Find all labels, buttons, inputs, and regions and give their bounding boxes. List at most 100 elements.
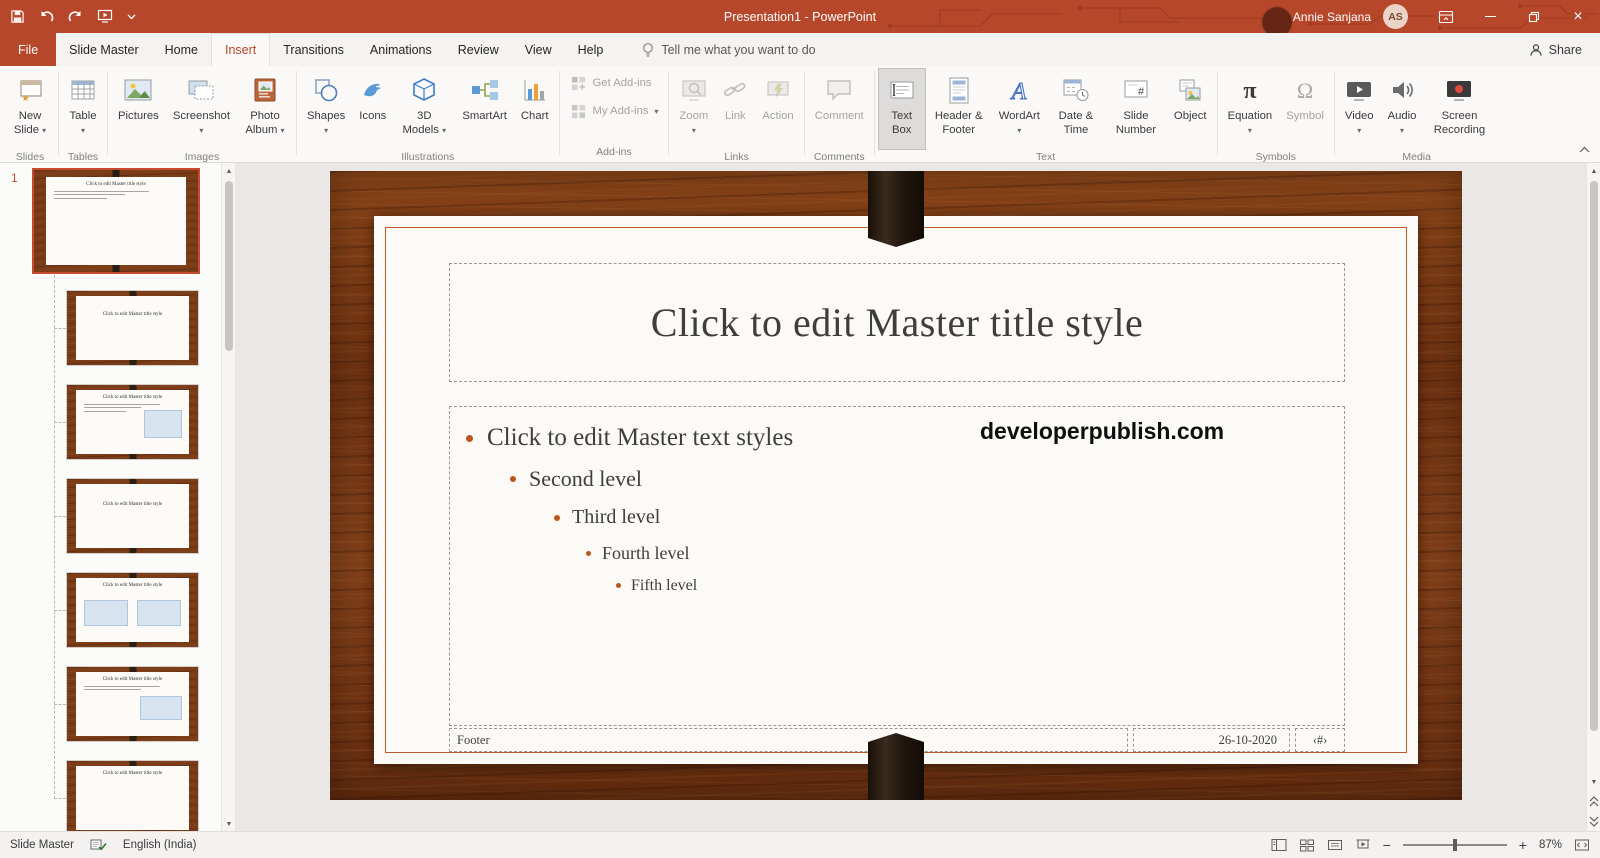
ribbon-tab-row: File Slide Master Home Insert Transition…: [0, 33, 1600, 67]
tab-slide-master[interactable]: Slide Master: [56, 33, 151, 66]
photo-album-button[interactable]: Photo Album ▾: [237, 68, 293, 150]
tab-home[interactable]: Home: [152, 33, 211, 66]
thumbnail-wood-frame: Click to edit Master title style: [67, 291, 198, 365]
screenshot-button[interactable]: Screenshot ▾: [166, 68, 237, 150]
scroll-down-arrow[interactable]: ▼: [1587, 774, 1600, 790]
master-slide-thumbnail[interactable]: Click to edit Master title style: [34, 170, 198, 272]
tab-animations[interactable]: Animations: [357, 33, 445, 66]
minimize-button[interactable]: [1468, 0, 1512, 33]
tab-transitions[interactable]: Transitions: [270, 33, 357, 66]
scrollbar-thumb[interactable]: [1590, 181, 1598, 731]
tab-insert[interactable]: Insert: [210, 33, 271, 66]
bullet-icon: [466, 434, 473, 442]
qat-customize-button[interactable]: [127, 14, 136, 20]
table-label: Table: [69, 110, 97, 122]
equation-button[interactable]: π Equation ▾: [1221, 68, 1280, 150]
scroll-up-arrow[interactable]: ▲: [222, 163, 236, 179]
normal-view-button[interactable]: [1271, 838, 1287, 852]
slide-master[interactable]: Click to edit Master title style Click t…: [374, 216, 1418, 764]
slideshow-view-button[interactable]: [1355, 838, 1371, 852]
layout-thumbnail-1[interactable]: Click to edit Master title style: [67, 291, 198, 365]
scroll-up-arrow[interactable]: ▲: [1587, 163, 1600, 179]
smartart-label: SmartArt: [462, 110, 507, 122]
undo-button[interactable]: [39, 10, 54, 24]
zoom-slider-thumb[interactable]: [1452, 839, 1457, 851]
previous-slide-button[interactable]: [1587, 792, 1600, 810]
thumbnail-panel-scrollbar[interactable]: ▲ ▼: [221, 163, 235, 832]
icons-button[interactable]: Icons: [352, 68, 393, 150]
slide-number-button[interactable]: # Slide Number: [1105, 68, 1167, 150]
thumbnail-paper: Click to edit Master title style: [76, 672, 189, 736]
body-placeholder[interactable]: Click to edit Master text styles Second …: [449, 406, 1345, 726]
get-addins-button[interactable]: Get Add-ins: [563, 72, 659, 94]
pictures-button[interactable]: Pictures: [111, 68, 166, 150]
canvas-scrollbar[interactable]: ▲ ▼: [1586, 163, 1600, 832]
next-slide-button[interactable]: [1587, 812, 1600, 830]
language-indicator[interactable]: English (India): [123, 839, 197, 851]
thumbnail-wood-frame: Click to edit Master title style: [67, 667, 198, 741]
layout-thumbnail-2[interactable]: Click to edit Master title style: [67, 385, 198, 459]
share-button[interactable]: Share: [1511, 33, 1600, 66]
tell-me-search[interactable]: Tell me what you want to do: [642, 33, 816, 66]
footer-placeholder[interactable]: Footer: [449, 728, 1128, 752]
tab-review[interactable]: Review: [445, 33, 512, 66]
3d-models-button[interactable]: 3D Models ▾: [393, 68, 455, 150]
zoom-percentage[interactable]: 87%: [1539, 839, 1562, 851]
shapes-button[interactable]: Shapes ▾: [300, 68, 352, 150]
video-button[interactable]: Video ▾: [1338, 68, 1381, 150]
close-button[interactable]: ×: [1556, 0, 1600, 33]
ribbon-group-media: Video ▾ Audio ▾ Screen Recording Media: [1335, 66, 1499, 163]
spell-check-icon[interactable]: [90, 838, 107, 852]
title-placeholder[interactable]: Click to edit Master title style: [449, 263, 1345, 382]
layout-connector-stub: [54, 328, 66, 329]
date-placeholder[interactable]: 26-10-2020: [1133, 728, 1290, 752]
scrollbar-thumb[interactable]: [225, 181, 233, 351]
slide-number-placeholder[interactable]: ‹#›: [1295, 728, 1345, 752]
audio-button[interactable]: Audio ▾: [1381, 68, 1424, 150]
screen-recording-button[interactable]: Screen Recording: [1423, 68, 1495, 150]
save-button[interactable]: [10, 9, 25, 24]
redo-button[interactable]: [68, 10, 83, 24]
object-button[interactable]: Object: [1167, 68, 1214, 150]
text-box-button[interactable]: Text Box: [877, 68, 926, 150]
restore-button[interactable]: [1512, 0, 1556, 33]
start-from-beginning-button[interactable]: [97, 9, 113, 24]
slide-sorter-view-button[interactable]: [1299, 838, 1315, 852]
link-button[interactable]: Link: [715, 68, 755, 150]
thumbnail-wood-frame: Click to edit Master title style: [67, 385, 198, 459]
header-footer-button[interactable]: Header & Footer: [926, 68, 992, 150]
my-addins-label: My Add-ins: [592, 105, 649, 117]
new-slide-button[interactable]: New Slide ▾: [5, 68, 55, 150]
avatar[interactable]: AS: [1383, 4, 1408, 29]
smartart-button[interactable]: SmartArt: [455, 68, 514, 150]
action-button[interactable]: Action: [755, 68, 800, 150]
layout-thumbnail-4[interactable]: Click to edit Master title style: [67, 573, 198, 647]
chart-button[interactable]: Chart: [514, 68, 556, 150]
zoom-slider[interactable]: [1402, 838, 1507, 852]
scroll-down-arrow[interactable]: ▼: [222, 816, 236, 832]
wordart-button[interactable]: A WordArt ▾: [992, 68, 1047, 150]
bullet-text: Third level: [572, 506, 661, 528]
symbol-button[interactable]: Ω Symbol: [1279, 68, 1331, 150]
zoom-label: Zoom: [679, 110, 709, 122]
collapse-ribbon-button[interactable]: [1579, 140, 1590, 158]
layout-thumbnail-6[interactable]: Click to edit Master title style: [67, 761, 198, 832]
layout-thumbnail-5[interactable]: Click to edit Master title style: [67, 667, 198, 741]
reading-view-button[interactable]: [1327, 838, 1343, 852]
layout-thumbnail-3[interactable]: Click to edit Master title style: [67, 479, 198, 553]
date-time-button[interactable]: Date & Time: [1047, 68, 1105, 150]
zoom-in-button[interactable]: +: [1519, 837, 1527, 853]
tab-view[interactable]: View: [512, 33, 565, 66]
footer-text: Footer: [457, 732, 490, 747]
tab-file[interactable]: File: [0, 33, 57, 66]
table-button[interactable]: Table ▾: [62, 68, 104, 150]
zoom-button[interactable]: Zoom ▾: [672, 68, 715, 150]
view-indicator[interactable]: Slide Master: [10, 839, 74, 851]
fit-slide-to-window-button[interactable]: [1574, 838, 1590, 852]
comment-button[interactable]: Comment: [808, 68, 871, 150]
user-name[interactable]: Annie Sanjana: [1293, 10, 1371, 24]
ribbon-display-options-button[interactable]: [1424, 0, 1468, 33]
my-addins-button[interactable]: My Add-ins ▾: [563, 100, 666, 122]
tab-help[interactable]: Help: [565, 33, 617, 66]
zoom-out-button[interactable]: −: [1383, 837, 1391, 853]
